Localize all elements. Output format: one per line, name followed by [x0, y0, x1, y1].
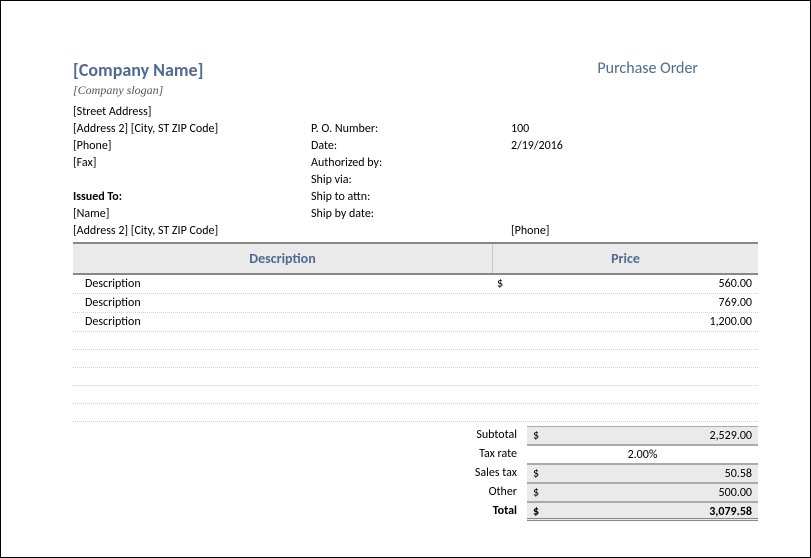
authorized-label: Authorized by:: [311, 155, 511, 172]
street-address: [Street Address]: [73, 104, 311, 121]
ship-by-value: [511, 206, 758, 223]
subtotal-value: 2,529.00: [547, 427, 758, 444]
currency: $: [527, 427, 547, 444]
cell-currency: $: [493, 275, 511, 293]
header-price: Price: [493, 244, 758, 273]
salestax-value: 50.58: [547, 465, 758, 482]
subtotal-row: Subtotal $ 2,529.00: [73, 426, 758, 445]
total-value: 3,079.58: [547, 503, 758, 518]
purchase-order-document: [Company Name] Purchase Order [Company s…: [1, 1, 810, 521]
cell-price: 769.00: [511, 294, 758, 312]
table-header: Description Price: [73, 243, 758, 275]
ship-attn-label: Ship to attn:: [311, 189, 511, 206]
taxrate-row: Tax rate 2.00%: [73, 445, 758, 464]
company-name: [Company Name]: [73, 59, 203, 81]
table-row-empty: [73, 386, 758, 404]
table-row: Description 1,200.00: [73, 313, 758, 332]
po-number-value: 100: [511, 121, 758, 138]
ship-by-label: Ship by date:: [311, 206, 511, 223]
cell-price: 560.00: [511, 275, 758, 293]
table-body: Description $ 560.00 Description 769.00 …: [73, 275, 758, 422]
totals-block: Subtotal $ 2,529.00 Tax rate 2.00% Sales…: [73, 426, 758, 521]
cell-description: Description: [73, 294, 493, 312]
phone: [Phone]: [73, 138, 311, 155]
ship-via-label: Ship via:: [311, 172, 511, 189]
cell-description: Description: [73, 275, 493, 293]
header: [Company Name] Purchase Order: [73, 59, 758, 81]
table-row-empty: [73, 368, 758, 386]
currency: $: [527, 484, 547, 501]
issued-address: [Address 2] [City, ST ZIP Code]: [73, 223, 311, 240]
table-row: Description $ 560.00: [73, 275, 758, 294]
header-description: Description: [73, 244, 493, 273]
issued-to-label: Issued To:: [73, 189, 311, 206]
ship-attn-value: [511, 189, 758, 206]
cell-description: Description: [73, 313, 493, 331]
table-row-empty: [73, 332, 758, 350]
issued-phone: [Phone]: [511, 223, 758, 240]
fax: [Fax]: [73, 155, 311, 172]
issued-name: [Name]: [73, 206, 311, 223]
company-slogan: [Company slogan]: [73, 83, 758, 98]
info-block: [Street Address] [Address 2] [City, ST Z…: [73, 104, 758, 240]
address-line2: [Address 2] [City, ST ZIP Code]: [73, 121, 311, 138]
other-label: Other: [73, 483, 527, 502]
currency: $: [527, 465, 547, 482]
table-row: Description 769.00: [73, 294, 758, 313]
ship-via-value: [511, 172, 758, 189]
date-label: Date:: [311, 138, 511, 155]
date-value: 2/19/2016: [511, 138, 758, 155]
other-row: Other $ 500.00: [73, 483, 758, 502]
line-items-table: Description Price Description $ 560.00 D…: [73, 242, 758, 422]
table-row-empty: [73, 404, 758, 422]
total-row: Total $ 3,079.58: [73, 502, 758, 521]
cell-price: 1,200.00: [511, 313, 758, 331]
table-row-empty: [73, 350, 758, 368]
po-number-label: P. O. Number:: [311, 121, 511, 138]
salestax-label: Sales tax: [73, 464, 527, 483]
other-value: 500.00: [547, 484, 758, 501]
taxrate-label: Tax rate: [73, 445, 527, 464]
document-title: Purchase Order: [597, 59, 758, 78]
taxrate-value: 2.00%: [527, 446, 758, 463]
salestax-row: Sales tax $ 50.58: [73, 464, 758, 483]
total-label: Total: [73, 502, 527, 521]
authorized-value: [511, 155, 758, 172]
currency: $: [527, 503, 547, 518]
subtotal-label: Subtotal: [73, 426, 527, 445]
